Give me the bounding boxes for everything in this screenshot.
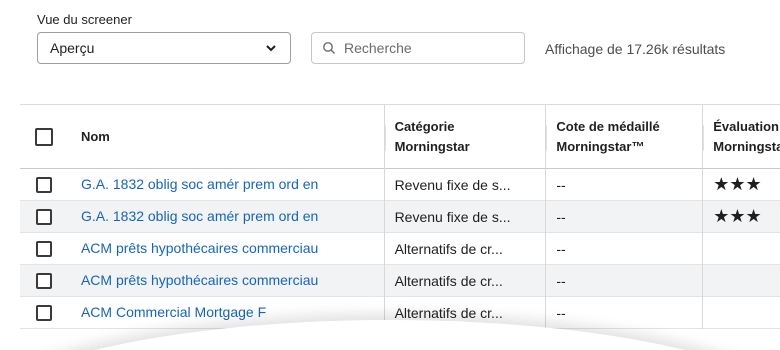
results-table: Nom Catégorie Morningstar Cote de médail…	[20, 104, 780, 329]
table-header-row: Nom Catégorie Morningstar Cote de médail…	[20, 104, 780, 169]
header-medal[interactable]: Cote de médaillé Morningstar™	[545, 104, 702, 169]
header-rating[interactable]: Évaluation Morningstar	[702, 104, 780, 169]
chevron-down-icon	[264, 41, 278, 55]
table-row[interactable]: ACM prêts hypothécaires commerciau Alter…	[20, 232, 780, 265]
search-icon	[322, 41, 336, 55]
fund-name-link[interactable]: ACM prêts hypothécaires commerciau	[81, 272, 318, 288]
search-placeholder: Recherche	[344, 40, 412, 56]
table-row[interactable]: G.A. 1832 oblig soc amér prem ord en Rev…	[20, 200, 780, 233]
column-resize-handle[interactable]	[703, 124, 705, 151]
fund-name-link[interactable]: G.A. 1832 oblig soc amér prem ord en	[81, 176, 318, 192]
star-rating: ★★★	[713, 174, 762, 194]
table-row[interactable]: ACM Commercial Mortgage F Alternatifs de…	[20, 296, 780, 329]
header-medal-line2: Morningstar™	[556, 138, 645, 154]
row-checkbox[interactable]	[36, 272, 53, 289]
medal-cell: --	[556, 304, 566, 321]
select-all-checkbox[interactable]	[35, 127, 54, 146]
search-input[interactable]: Recherche	[311, 32, 525, 64]
header-medal-line1: Cote de médaillé	[556, 118, 660, 134]
category-cell: Revenu fixe de s...	[394, 176, 511, 193]
screener-view-value: Aperçu	[50, 40, 95, 56]
row-checkbox[interactable]	[36, 240, 53, 257]
fund-name-link[interactable]: ACM Commercial Mortgage F	[81, 304, 266, 320]
header-rating-line2: Morningstar	[713, 138, 780, 154]
header-category[interactable]: Catégorie Morningstar	[383, 104, 546, 169]
category-cell: Alternatifs de cr...	[394, 304, 503, 321]
medal-cell: --	[556, 176, 566, 193]
header-rating-line1: Évaluation	[713, 118, 780, 134]
screener-panel: Vue du screener Aperçu Recherche Afficha…	[0, 0, 780, 350]
screener-view-select[interactable]: Aperçu	[37, 32, 291, 64]
category-cell: Alternatifs de cr...	[394, 272, 503, 289]
row-checkbox[interactable]	[36, 208, 53, 225]
table-row[interactable]: ACM prêts hypothécaires commerciau Alter…	[20, 264, 780, 297]
medal-cell: --	[556, 272, 566, 289]
category-cell: Revenu fixe de s...	[394, 208, 511, 225]
row-checkbox[interactable]	[36, 176, 53, 193]
fund-name-link[interactable]: ACM prêts hypothécaires commerciau	[81, 240, 318, 256]
header-category-line1: Catégorie	[394, 118, 455, 134]
medal-cell: --	[556, 240, 566, 257]
category-cell: Alternatifs de cr...	[394, 240, 503, 257]
header-category-line2: Morningstar	[394, 138, 470, 154]
row-checkbox[interactable]	[36, 304, 53, 321]
star-rating: ★★★	[713, 206, 762, 226]
header-name[interactable]: Nom	[69, 127, 384, 147]
screener-view-label: Vue du screener	[37, 12, 132, 27]
medal-cell: --	[556, 208, 566, 225]
column-resize-handle[interactable]	[546, 124, 548, 151]
header-checkbox-cell	[20, 127, 69, 146]
results-count: Affichage de 17.26k résultats	[545, 41, 726, 57]
column-resize-handle[interactable]	[384, 124, 386, 151]
fund-name-link[interactable]: G.A. 1832 oblig soc amér prem ord en	[81, 208, 318, 224]
table-row[interactable]: G.A. 1832 oblig soc amér prem ord en Rev…	[20, 168, 780, 201]
